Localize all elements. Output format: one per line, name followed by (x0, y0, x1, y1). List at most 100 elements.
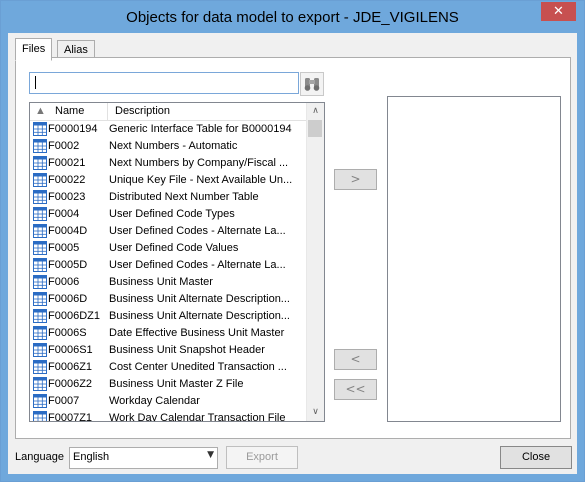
table-icon (33, 309, 47, 323)
table-row[interactable]: F00021 Next Numbers by Company/Fiscal ... (30, 155, 306, 172)
row-description: Business Unit Alternate Description... (109, 310, 290, 322)
table-row[interactable]: F0007Z1 Work Day Calendar Transaction Fil… (30, 410, 306, 422)
table-icon (33, 258, 47, 272)
list-header: ▲ Name Description (30, 103, 306, 121)
window-close-icon[interactable]: ✕ (541, 2, 576, 21)
row-description: Workday Calendar (109, 395, 200, 407)
search-input[interactable] (29, 72, 299, 94)
row-description: Next Numbers - Automatic (109, 140, 238, 152)
row-description: Generic Interface Table for B0000194 (109, 123, 292, 135)
table-row[interactable]: F0006 Business Unit Master (30, 274, 306, 291)
row-name: F0007Z1 (48, 412, 93, 422)
column-separator[interactable] (107, 103, 108, 120)
find-button[interactable] (300, 72, 324, 96)
binoculars-icon (304, 78, 320, 91)
row-description: Unique Key File - Next Available Un... (109, 174, 293, 186)
row-name: F0006Z2 (48, 378, 93, 390)
table-icon (33, 173, 47, 187)
title-bar[interactable]: Objects for data model to export - JDE_V… (1, 1, 584, 33)
table-row[interactable]: F0006Z1 Cost Center Unedited Transaction … (30, 359, 306, 376)
language-select-value: English (73, 451, 110, 463)
row-description: User Defined Code Values (109, 242, 239, 254)
table-icon (33, 360, 47, 374)
scroll-up-arrow-icon[interactable]: ∧ (307, 103, 324, 120)
row-description: User Defined Codes - Alternate La... (109, 225, 286, 237)
window-title: Objects for data model to export - JDE_V… (126, 9, 459, 26)
row-description: Next Numbers by Company/Fiscal ... (109, 157, 289, 169)
table-row[interactable]: F0005 User Defined Code Values (30, 240, 306, 257)
list-rows: F0000194 Generic Interface Table for B000… (30, 121, 306, 422)
row-name: F0007 (48, 395, 80, 407)
row-name: F0000194 (48, 123, 98, 135)
table-row[interactable]: F0006S Date Effective Business Unit Maste… (30, 325, 306, 342)
text-caret (35, 76, 36, 89)
table-icon (33, 190, 47, 204)
row-name: F0005 (48, 242, 80, 254)
row-description: Business Unit Master (109, 276, 213, 288)
scrollbar-thumb[interactable] (308, 120, 322, 137)
table-icon (33, 139, 47, 153)
row-description: Work Day Calendar Transaction File (109, 412, 286, 422)
dialog-window: Objects for data model to export - JDE_V… (0, 0, 585, 482)
files-tab-panel: ▲ Name Description F0000194 Generic Inter… (15, 57, 571, 439)
table-row[interactable]: F0006D Business Unit Alternate Descriptio… (30, 291, 306, 308)
table-row[interactable]: F0005D User Defined Codes - Alternate La.… (30, 257, 306, 274)
column-header-name[interactable]: Name (55, 105, 84, 117)
export-button[interactable]: Export (226, 446, 298, 469)
column-header-description[interactable]: Description (115, 105, 170, 117)
table-row[interactable]: F0006S1 Business Unit Snapshot Header (30, 342, 306, 359)
chevron-down-icon: ▼ (207, 450, 214, 460)
row-name: F0004D (48, 225, 88, 237)
row-description: Date Effective Business Unit Master (109, 327, 285, 339)
table-row[interactable]: F0006Z2 Business Unit Master Z File (30, 376, 306, 393)
table-icon (33, 156, 47, 170)
row-description: User Defined Code Types (109, 208, 235, 220)
row-name: F0006S1 (48, 344, 93, 356)
row-name: F0006DZ1 (48, 310, 100, 322)
row-name: F00021 (48, 157, 86, 169)
table-icon (33, 343, 47, 357)
selected-objects-list[interactable] (387, 96, 561, 422)
table-row[interactable]: F0004 User Defined Code Types (30, 206, 306, 223)
add-to-export-button[interactable]: > (334, 169, 377, 190)
row-description: Distributed Next Number Table (109, 191, 259, 203)
row-name: F0006D (48, 293, 88, 305)
table-row[interactable]: F00022 Unique Key File - Next Available U… (30, 172, 306, 189)
table-row[interactable]: F00023 Distributed Next Number Table (30, 189, 306, 206)
row-description: Business Unit Snapshot Header (109, 344, 265, 356)
dialog-client: Files Alias ▲ Name Description F0000194 … (8, 33, 577, 474)
tab-files[interactable]: Files (15, 38, 53, 61)
table-icon (33, 292, 47, 306)
row-name: F0006Z1 (48, 361, 93, 373)
table-icon (33, 411, 47, 421)
table-row[interactable]: F0000194 Generic Interface Table for B000… (30, 121, 306, 138)
close-button[interactable]: Close (500, 446, 572, 469)
table-row[interactable]: F0006DZ1 Business Unit Alternate Descript… (30, 308, 306, 325)
sort-ascending-icon: ▲ (35, 105, 46, 117)
table-row[interactable]: F0007 Workday Calendar (30, 393, 306, 410)
list-vertical-scrollbar[interactable]: ∧ ∨ (306, 103, 324, 421)
row-name: F00023 (48, 191, 86, 203)
table-icon (33, 207, 47, 221)
table-icon (33, 377, 47, 391)
remove-from-export-button[interactable]: < (334, 349, 377, 370)
table-icon (33, 326, 47, 340)
object-list[interactable]: ▲ Name Description F0000194 Generic Inter… (29, 102, 325, 422)
scroll-down-arrow-icon[interactable]: ∨ (307, 404, 324, 421)
table-row[interactable]: F0002 Next Numbers - Automatic (30, 138, 306, 155)
row-description: Business Unit Master Z File (109, 378, 244, 390)
row-description: Cost Center Unedited Transaction ... (109, 361, 287, 373)
row-name: F0005D (48, 259, 88, 271)
row-name: F0006S (48, 327, 87, 339)
row-description: User Defined Codes - Alternate La... (109, 259, 286, 271)
language-select[interactable]: English ▼ (69, 447, 218, 469)
row-description: Business Unit Alternate Description... (109, 293, 290, 305)
remove-all-button[interactable]: << (334, 379, 377, 400)
row-name: F0002 (48, 140, 80, 152)
row-name: F0004 (48, 208, 80, 220)
row-name: F00022 (48, 174, 86, 186)
table-row[interactable]: F0004D User Defined Codes - Alternate La.… (30, 223, 306, 240)
table-icon (33, 394, 47, 408)
row-name: F0006 (48, 276, 80, 288)
language-label: Language (15, 451, 64, 463)
